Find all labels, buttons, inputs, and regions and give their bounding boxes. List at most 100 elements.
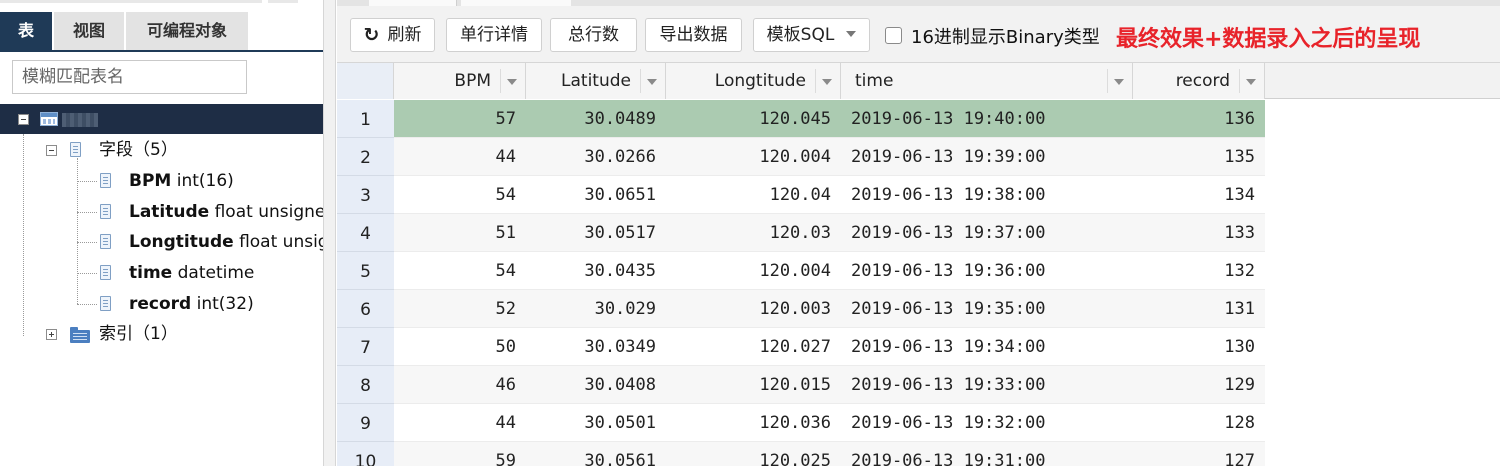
- column-menu-icon[interactable]: [500, 69, 522, 93]
- cell-time[interactable]: 2019-06-13 19:37:00: [841, 214, 1133, 252]
- export-data-button[interactable]: 导出数据: [645, 18, 742, 52]
- row-number[interactable]: 5: [337, 252, 394, 290]
- table-row[interactable]: 2 44 30.0266 120.004 2019-06-13 19:39:00 135: [337, 138, 1265, 176]
- hex-binary-checkbox[interactable]: [885, 27, 902, 44]
- cell-bpm[interactable]: 51: [394, 214, 526, 252]
- cell-lng[interactable]: 120.025: [666, 442, 841, 466]
- cell-rec[interactable]: 133: [1133, 214, 1265, 252]
- collapse-toggle-icon[interactable]: [46, 145, 57, 156]
- cell-lat[interactable]: 30.0349: [526, 328, 666, 366]
- cell-time[interactable]: 2019-06-13 19:38:00: [841, 176, 1133, 214]
- cell-time[interactable]: 2019-06-13 19:32:00: [841, 404, 1133, 442]
- cell-bpm[interactable]: 50: [394, 328, 526, 366]
- table-row[interactable]: 4 51 30.0517 120.03 2019-06-13 19:37:00 133: [337, 214, 1265, 252]
- panel-splitter[interactable]: [323, 0, 336, 466]
- cell-lat[interactable]: 30.029: [526, 290, 666, 328]
- row-number[interactable]: 9: [337, 404, 394, 442]
- cell-lat[interactable]: 30.0408: [526, 366, 666, 404]
- column-menu-icon[interactable]: [815, 69, 837, 93]
- cell-lng[interactable]: 120.045: [666, 100, 841, 138]
- cell-bpm[interactable]: 44: [394, 404, 526, 442]
- table-row[interactable]: 3 54 30.0651 120.04 2019-06-13 19:38:00 134: [337, 176, 1265, 214]
- cell-lat[interactable]: 30.0561: [526, 442, 666, 466]
- cell-lng[interactable]: 120.015: [666, 366, 841, 404]
- table-filter-input[interactable]: [12, 60, 247, 94]
- field-name: time: [129, 263, 173, 283]
- cell-bpm[interactable]: 44: [394, 138, 526, 176]
- column-menu-icon[interactable]: [1107, 69, 1129, 93]
- cell-lng[interactable]: 120.003: [666, 290, 841, 328]
- cell-rec[interactable]: 129: [1133, 366, 1265, 404]
- tab-programmable-objects[interactable]: 可编程对象: [126, 12, 248, 50]
- cell-rec[interactable]: 134: [1133, 176, 1265, 214]
- field-name: BPM: [129, 171, 172, 191]
- cell-rec[interactable]: 131: [1133, 290, 1265, 328]
- column-header-record[interactable]: record: [1133, 63, 1265, 99]
- cell-lng[interactable]: 120.004: [666, 138, 841, 176]
- cell-bpm[interactable]: 46: [394, 366, 526, 404]
- row-number[interactable]: 2: [337, 138, 394, 176]
- cell-bpm[interactable]: 52: [394, 290, 526, 328]
- cell-time[interactable]: 2019-06-13 19:35:00: [841, 290, 1133, 328]
- cell-bpm[interactable]: 54: [394, 176, 526, 214]
- cell-lng[interactable]: 120.004: [666, 252, 841, 290]
- table-row[interactable]: 10 59 30.0561 120.025 2019-06-13 19:31:00 127: [337, 442, 1265, 466]
- cell-lat[interactable]: 30.0435: [526, 252, 666, 290]
- cell-bpm[interactable]: 57: [394, 100, 526, 138]
- collapse-toggle-icon[interactable]: [18, 114, 29, 125]
- cell-rec[interactable]: 135: [1133, 138, 1265, 176]
- template-sql-dropdown[interactable]: 模板SQL: [753, 18, 870, 52]
- cell-bpm[interactable]: 54: [394, 252, 526, 290]
- cell-rec[interactable]: 136: [1133, 100, 1265, 138]
- column-menu-icon[interactable]: [640, 69, 662, 93]
- cell-time[interactable]: 2019-06-13 19:39:00: [841, 138, 1133, 176]
- table-row[interactable]: 1 57 30.0489 120.045 2019-06-13 19:40:00 136: [337, 100, 1265, 138]
- total-rows-button[interactable]: 总行数: [550, 18, 637, 52]
- row-number[interactable]: 3: [337, 176, 394, 214]
- cell-lng[interactable]: 120.027: [666, 328, 841, 366]
- cell-lng[interactable]: 120.04: [666, 176, 841, 214]
- cell-lng[interactable]: 120.036: [666, 404, 841, 442]
- tree-root-table-node[interactable]: [0, 104, 323, 134]
- redacted-table-name: [62, 113, 98, 127]
- cell-rec[interactable]: 128: [1133, 404, 1265, 442]
- cell-time[interactable]: 2019-06-13 19:40:00: [841, 100, 1133, 138]
- cell-lat[interactable]: 30.0651: [526, 176, 666, 214]
- cell-time[interactable]: 2019-06-13 19:31:00: [841, 442, 1133, 466]
- cell-lat[interactable]: 30.0489: [526, 100, 666, 138]
- cell-rec[interactable]: 130: [1133, 328, 1265, 366]
- column-header-latitude[interactable]: Latitude: [526, 63, 666, 99]
- column-header-bpm[interactable]: BPM: [394, 63, 526, 99]
- cell-lat[interactable]: 30.0501: [526, 404, 666, 442]
- refresh-button[interactable]: ↻ 刷新: [350, 18, 435, 52]
- row-number[interactable]: 10: [337, 442, 394, 466]
- tab-views[interactable]: 视图: [54, 12, 124, 50]
- hex-binary-label[interactable]: 16进制显示Binary类型: [911, 23, 1100, 49]
- cell-lng[interactable]: 120.03: [666, 214, 841, 252]
- row-number[interactable]: 4: [337, 214, 394, 252]
- row-detail-button[interactable]: 单行详情: [446, 18, 542, 52]
- table-row[interactable]: 6 52 30.029 120.003 2019-06-13 19:35:00 131: [337, 290, 1265, 328]
- row-number[interactable]: 7: [337, 328, 394, 366]
- cell-time[interactable]: 2019-06-13 19:34:00: [841, 328, 1133, 366]
- column-menu-icon[interactable]: [1239, 69, 1261, 93]
- row-number[interactable]: 8: [337, 366, 394, 404]
- tab-tables[interactable]: 表: [0, 12, 52, 50]
- row-number[interactable]: 6: [337, 290, 394, 328]
- row-number[interactable]: 1: [337, 100, 394, 138]
- cell-lat[interactable]: 30.0266: [526, 138, 666, 176]
- table-row[interactable]: 7 50 30.0349 120.027 2019-06-13 19:34:00 130: [337, 328, 1265, 366]
- cell-lat[interactable]: 30.0517: [526, 214, 666, 252]
- cell-rec[interactable]: 127: [1133, 442, 1265, 466]
- table-row[interactable]: 8 46 30.0408 120.015 2019-06-13 19:33:00 129: [337, 366, 1265, 404]
- table-row[interactable]: 5 54 30.0435 120.004 2019-06-13 19:36:00 132: [337, 252, 1265, 290]
- expand-toggle-icon[interactable]: [46, 329, 57, 340]
- cell-time[interactable]: 2019-06-13 19:36:00: [841, 252, 1133, 290]
- column-header-longtitude[interactable]: Longtitude: [666, 63, 841, 99]
- table-row[interactable]: 9 44 30.0501 120.036 2019-06-13 19:32:00 128: [337, 404, 1265, 442]
- refresh-icon: ↻: [363, 24, 380, 46]
- cell-bpm[interactable]: 59: [394, 442, 526, 466]
- cell-time[interactable]: 2019-06-13 19:33:00: [841, 366, 1133, 404]
- cell-rec[interactable]: 132: [1133, 252, 1265, 290]
- column-header-time[interactable]: time: [841, 63, 1133, 99]
